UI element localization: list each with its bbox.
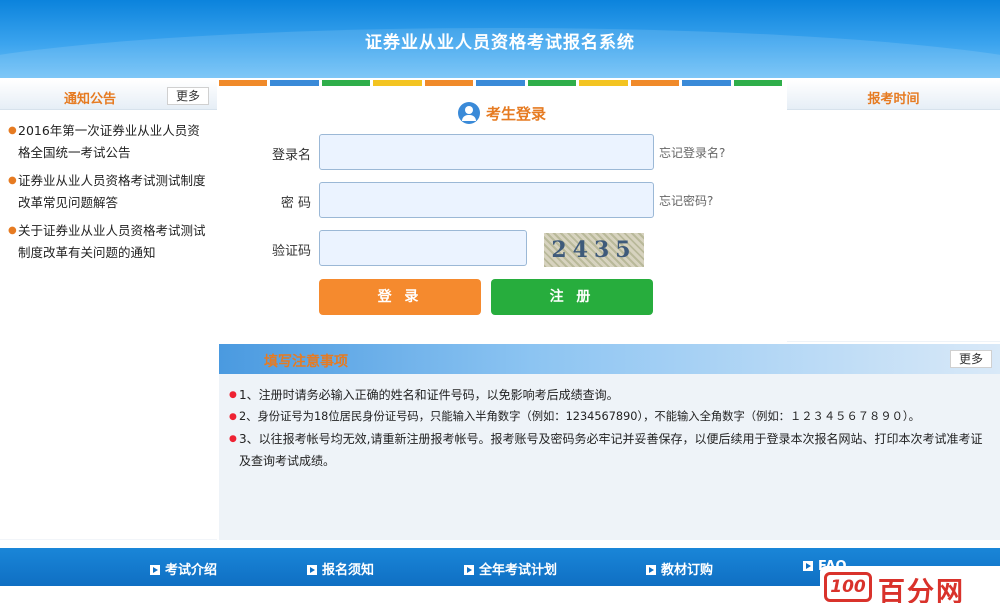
color-strip-segment: [682, 80, 731, 86]
footer-link-textbook-order[interactable]: 教材订购: [646, 559, 713, 578]
color-strip-segment: [373, 80, 422, 86]
captcha-input[interactable]: [319, 230, 527, 266]
color-strip: [219, 80, 785, 86]
password-row: 密 码 忘记密码?: [219, 182, 785, 218]
forgot-password-link[interactable]: 忘记密码?: [659, 192, 713, 209]
arrow-right-icon: [803, 561, 813, 571]
color-strip-segment: [424, 80, 474, 86]
notes-header: 填写注意事项 更多: [219, 344, 1000, 374]
note-item-text: 1、注册时请务必输入正确的姓名和证件号码，以免影响考后成绩查询。: [239, 388, 619, 402]
arrow-right-icon: [646, 565, 656, 575]
page-title: 证券业从业人员资格考试报名系统: [365, 33, 635, 53]
note-item-text: 2、身份证号为18位居民身份证号码，只能输入半角数字（例如：1234567890…: [239, 410, 920, 423]
notice-item-text[interactable]: 关于证券业从业人员资格考试测试制度改革有关问题的通知: [18, 220, 211, 264]
footer-link-label[interactable]: 报名须知: [322, 563, 374, 578]
notice-more-button[interactable]: 更多: [167, 87, 209, 105]
arrow-right-icon: [150, 565, 160, 575]
login-title-text: 考生登录: [485, 105, 546, 123]
exam-time-body: [787, 110, 1000, 341]
captcha-label: 验证码: [271, 244, 311, 259]
captcha-row: 验证码 2435: [219, 230, 785, 267]
note-item-text: 3、以往报考帐号均无效,请重新注册报考帐号。报考账号及密码务必牢记并妥善保存，以…: [239, 432, 983, 468]
bullet-icon: ●: [8, 125, 17, 136]
arrow-right-icon: [464, 565, 474, 575]
register-button[interactable]: 注 册: [491, 279, 653, 315]
captcha-image[interactable]: 2435: [544, 233, 644, 267]
notice-item[interactable]: ● 关于证券业从业人员资格考试测试制度改革有关问题的通知: [8, 220, 211, 264]
color-strip-segment: [270, 80, 319, 86]
exam-time-header: 报考时间: [787, 80, 1000, 110]
color-strip-segment: [630, 80, 680, 86]
notes-more-button[interactable]: 更多: [950, 350, 992, 368]
bullet-icon: ●: [8, 175, 17, 186]
footer-link-label[interactable]: 考试介绍: [165, 563, 217, 578]
color-strip-segment: [219, 80, 268, 86]
bullet-icon: ●: [229, 412, 237, 422]
exam-time-title: 报考时间: [867, 92, 920, 107]
color-strip-segment: [476, 80, 525, 86]
notes-title: 填写注意事项: [264, 354, 348, 370]
watermark-logo: 100 百分网: [820, 566, 1000, 603]
arrow-right-icon: [307, 565, 317, 575]
notice-list: ● 2016年第一次证券业从业人员资格全国统一考试公告 ● 证券业从业人员资格考…: [0, 110, 217, 539]
notice-panel: 通知公告 更多 ● 2016年第一次证券业从业人员资格全国统一考试公告 ● 证券…: [0, 80, 217, 540]
username-input[interactable]: [319, 134, 654, 170]
exam-time-panel: 报考时间: [787, 80, 1000, 342]
bullet-icon: ●: [229, 434, 237, 444]
bullet-icon: ●: [229, 390, 237, 400]
notes-list: ● 1、注册时请务必输入正确的姓名和证件号码，以免影响考后成绩查询。 ● 2、身…: [219, 374, 1000, 472]
notice-item-text[interactable]: 证券业从业人员资格考试测试制度改革常见问题解答: [18, 170, 211, 214]
notice-item-text[interactable]: 2016年第一次证券业从业人员资格全国统一考试公告: [18, 120, 211, 164]
note-item: ● 3、以往报考帐号均无效,请重新注册报考帐号。报考账号及密码务必牢记并妥善保存…: [229, 428, 986, 472]
username-label: 登录名: [271, 148, 311, 163]
password-label: 密 码: [280, 196, 311, 211]
footer-link-registration-notice[interactable]: 报名须知: [307, 559, 374, 578]
login-button[interactable]: 登 录: [319, 279, 481, 315]
notice-item[interactable]: ● 2016年第一次证券业从业人员资格全国统一考试公告: [8, 120, 211, 164]
notice-panel-title: 通知公告: [63, 92, 116, 107]
login-title: 考生登录: [219, 102, 785, 124]
login-panel: 考生登录 登录名 忘记登录名? 密 码 忘记密码? 验证码 2435 登 录 注…: [219, 80, 785, 342]
footer-link-annual-plan[interactable]: 全年考试计划: [464, 559, 557, 578]
bullet-icon: ●: [8, 225, 17, 236]
note-item: ● 2、身份证号为18位居民身份证号码，只能输入半角数字（例如：12345678…: [229, 406, 986, 428]
forgot-username-link[interactable]: 忘记登录名?: [659, 144, 725, 161]
footer-link-exam-intro[interactable]: 考试介绍: [150, 559, 217, 578]
username-row: 登录名 忘记登录名?: [219, 134, 785, 170]
color-strip-segment: [321, 80, 371, 86]
color-strip-segment: [733, 80, 782, 86]
notice-item[interactable]: ● 证券业从业人员资格考试测试制度改革常见问题解答: [8, 170, 211, 214]
footer-link-label[interactable]: 全年考试计划: [479, 563, 557, 578]
watermark-logo-mark: 100: [824, 572, 872, 602]
watermark-text: 百分网: [878, 577, 965, 603]
notice-panel-header: 通知公告 更多: [0, 80, 217, 110]
color-strip-segment: [527, 80, 577, 86]
user-icon: [457, 102, 480, 124]
header-banner: 证券业从业人员资格考试报名系统: [0, 0, 1000, 78]
password-input[interactable]: [319, 182, 654, 218]
note-item: ● 1、注册时请务必输入正确的姓名和证件号码，以免影响考后成绩查询。: [229, 384, 986, 406]
footer-link-label[interactable]: 教材订购: [661, 563, 713, 578]
color-strip-segment: [579, 80, 628, 86]
notes-panel: 填写注意事项 更多 ● 1、注册时请务必输入正确的姓名和证件号码，以免影响考后成…: [219, 344, 1000, 540]
